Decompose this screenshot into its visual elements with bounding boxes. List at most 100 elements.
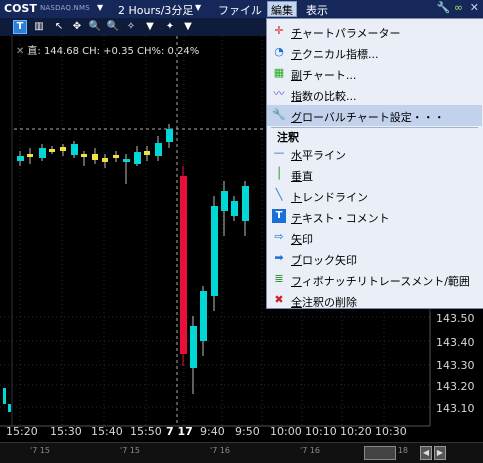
- technical-icon: ◔: [274, 45, 284, 58]
- candle-body: [27, 154, 33, 157]
- close-info-icon[interactable]: ✕: [16, 46, 24, 57]
- crosshair-icon: ✛: [274, 24, 284, 37]
- y-tick-label: 143.20: [436, 380, 475, 393]
- menu-item-label: 全注釈の削除: [291, 296, 357, 309]
- menu-item-label: チャートパラメーター: [291, 27, 401, 40]
- candle-body: [231, 201, 238, 216]
- menu-item-arrow[interactable]: ⇨ 矢印: [267, 227, 482, 248]
- x-tick-label: 10:00: [270, 425, 302, 438]
- x-tick-label: 15:40: [91, 425, 123, 438]
- x-tick-label: 10:20: [340, 425, 372, 438]
- menu-item-label-rest: 直: [302, 170, 313, 183]
- menu-item-horizontal-line[interactable]: — 水平ライン: [267, 143, 482, 164]
- menu-item-fibonacci[interactable]: ≣ フィボナッチリトレースメント/範囲: [267, 269, 482, 290]
- link-icon[interactable]: 🔧 ∞: [437, 1, 463, 14]
- menu-item-label: 垂直: [291, 170, 313, 183]
- x-tick-label: 9:40: [200, 425, 225, 438]
- menu-item-delete-annotations[interactable]: ✖ 全注釈の削除: [267, 290, 482, 311]
- candle-body: [190, 326, 197, 368]
- menu-item-label-rest: ャートパラメーター: [301, 27, 401, 40]
- menu-item-label: テキスト・コメント: [291, 212, 390, 225]
- scroll-thumb[interactable]: [364, 446, 396, 460]
- candle-body: [166, 129, 173, 142]
- time-scrollbar[interactable]: '7 15 '7 15 '7 16 '7 16 '7 18 ◀ ▶: [0, 442, 483, 463]
- scroll-right-button[interactable]: ▶: [434, 446, 446, 460]
- menu-item-block-arrow[interactable]: ➡ ブロック矢印: [267, 248, 482, 269]
- fibonacci-icon: ≣: [274, 272, 284, 285]
- pan-icon[interactable]: ✥: [70, 20, 84, 34]
- menu-item-chart-parameters[interactable]: ✛ チャートパラメーター: [267, 21, 482, 42]
- menu-item-global-chart-settings[interactable]: 🔧 グローバルチャート設定・・・: [267, 105, 482, 126]
- menu-item-label: グローバルチャート設定・・・: [291, 111, 445, 124]
- interval-selector[interactable]: 2 Hours/3分足: [118, 2, 193, 18]
- menu-item-vertical-line[interactable]: │ 垂直: [267, 164, 482, 185]
- menu-item-label-rest: 印: [302, 233, 313, 246]
- menu-item-label: 指数の比較...: [291, 90, 357, 103]
- menu-item-label-rest: レンドライン: [302, 191, 368, 204]
- cursor-icon[interactable]: ↖: [52, 20, 66, 34]
- volume-indicator: [3, 388, 11, 412]
- scroll-date: '7 16: [300, 446, 321, 455]
- crosshair-small-icon[interactable]: ✦: [163, 20, 177, 34]
- menu-edit[interactable]: 編集: [267, 1, 297, 17]
- compare-icon: 〰: [273, 87, 285, 100]
- exchange-label: NASDAQ.NMS: [40, 4, 90, 12]
- candle-body: [60, 147, 66, 151]
- scroll-left-button[interactable]: ◀: [420, 446, 432, 460]
- menu-item-technical[interactable]: ◔ テクニカル指標...: [267, 42, 482, 63]
- zoom-in-icon[interactable]: 🔍: [88, 20, 102, 34]
- menu-item-subchart[interactable]: ▦ 副チャート...: [267, 63, 482, 84]
- x-tick-label: 10:10: [305, 425, 337, 438]
- menu-item-label-rest: ロック矢印: [302, 254, 357, 267]
- candle-body: [180, 176, 187, 354]
- x-tick-label: 15:30: [50, 425, 82, 438]
- candle-body: [144, 151, 150, 155]
- dropdown-icon[interactable]: ▼: [143, 20, 157, 34]
- candle-body: [17, 156, 24, 161]
- subchart-icon: ▦: [273, 66, 285, 79]
- candle-body: [221, 191, 228, 211]
- menu-item-label: ブロック矢印: [291, 254, 357, 267]
- magnet-icon[interactable]: ✧: [124, 20, 138, 34]
- menu-separator: [271, 127, 478, 128]
- menu-item-compare[interactable]: 〰 指数の比較...: [267, 84, 482, 105]
- arrow-down-icon[interactable]: ▼: [181, 20, 195, 34]
- x-tick-label: 15:20: [6, 425, 38, 438]
- close-icon[interactable]: ✕: [470, 1, 479, 14]
- menu-item-label-rest: キスト・コメント: [302, 212, 390, 225]
- delete-annotations-icon: ✖: [274, 293, 284, 306]
- candle-body: [242, 186, 249, 221]
- zoom-out-icon[interactable]: 🔍: [106, 20, 120, 34]
- candle-body: [81, 154, 87, 157]
- menu-item-trendline[interactable]: ╲ トレンドライン: [267, 185, 482, 206]
- menu-item-label-rest: チャート...: [302, 69, 357, 82]
- interval-dropdown-icon[interactable]: ▼: [195, 3, 201, 12]
- menu-item-text-comment[interactable]: T テキスト・コメント: [267, 206, 482, 227]
- menu-file[interactable]: ファイル: [215, 2, 265, 18]
- symbol-label[interactable]: COST: [4, 2, 37, 15]
- y-tick-label: 143.30: [436, 359, 475, 372]
- symbol-dropdown-icon[interactable]: ▼: [97, 3, 103, 12]
- menu-item-label: テクニカル指標...: [291, 48, 379, 61]
- horizontal-line-icon: —: [273, 146, 285, 159]
- candle-body: [123, 159, 130, 162]
- menu-item-label-rest: ィボナッチリトレースメント/範囲: [301, 275, 470, 288]
- title-bar: COST NASDAQ.NMS ▼ 2 Hours/3分足 ▼ ファイル 編集 …: [0, 0, 483, 18]
- menu-item-label: トレンドライン: [291, 191, 368, 204]
- y-tick-label: 143.10: [436, 402, 475, 415]
- candle-body: [200, 291, 207, 341]
- candle-body: [102, 158, 108, 162]
- menu-item-label: 副チャート...: [291, 69, 357, 82]
- bar-chart-icon[interactable]: ▥: [32, 20, 46, 34]
- x-tick-label-day: 7 17: [166, 425, 193, 438]
- text-tool-icon[interactable]: T: [13, 20, 27, 34]
- candle-body: [113, 155, 119, 158]
- menu-view[interactable]: 表示: [303, 2, 331, 18]
- candle-body: [39, 148, 46, 158]
- trendline-icon: ╲: [275, 188, 283, 201]
- edit-menu-dropdown: ✛ チャートパラメーター ◔ テクニカル指標... ▦ 副チャート... 〰 指…: [266, 18, 483, 309]
- menu-item-label-rest: ローバルチャート設定・・・: [302, 111, 445, 124]
- y-tick-label: 143.40: [436, 336, 475, 349]
- scroll-date: '7 16: [210, 446, 231, 455]
- candle-body: [92, 154, 98, 160]
